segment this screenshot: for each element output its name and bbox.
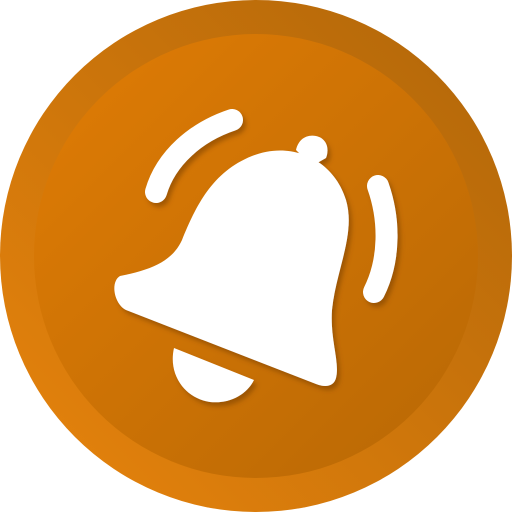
- notification-icon-canvas: [0, 0, 512, 512]
- right-ring-wave: [363, 175, 398, 303]
- ringing-bell-icon: [0, 0, 512, 512]
- notification-bell-button[interactable]: [0, 0, 512, 512]
